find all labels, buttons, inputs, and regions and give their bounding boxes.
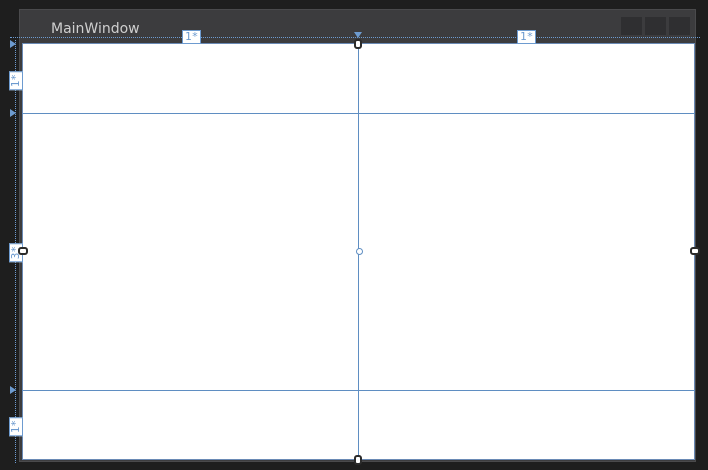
left-anchor-handle-icon[interactable] <box>18 247 28 255</box>
row-ruler-marker-top-icon[interactable] <box>10 40 16 48</box>
row-1-size-badge[interactable]: 1* <box>9 71 23 91</box>
xaml-designer-canvas: MainWindow 1* 1* 1* 3* 1* <box>0 0 708 470</box>
close-button[interactable] <box>669 17 690 35</box>
top-anchor-handle-icon[interactable] <box>354 39 362 49</box>
bottom-anchor-handle-icon[interactable] <box>354 455 362 465</box>
column-1-size-badge[interactable]: 1* <box>182 30 202 44</box>
row-3-size-badge[interactable]: 1* <box>9 417 23 437</box>
grid-center-point <box>356 248 363 255</box>
window-title: MainWindow <box>51 21 140 37</box>
right-anchor-handle-icon[interactable] <box>690 247 700 255</box>
row-ruler-marker-1-icon[interactable] <box>10 109 16 117</box>
column-2-size-badge[interactable]: 1* <box>517 30 537 44</box>
minimize-button[interactable] <box>621 17 642 35</box>
maximize-button[interactable] <box>645 17 666 35</box>
row-ruler-marker-2-icon[interactable] <box>10 386 16 394</box>
column-ruler-marker-icon[interactable] <box>354 32 362 38</box>
